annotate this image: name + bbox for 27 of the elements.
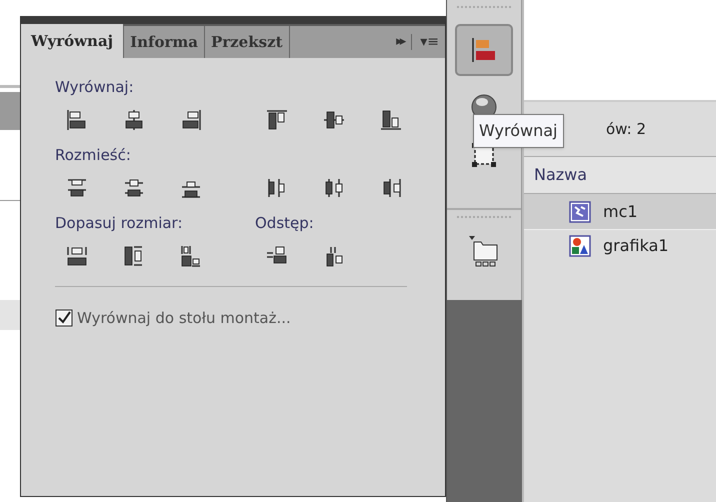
match-both-icon[interactable]: [179, 244, 203, 268]
library-item[interactable]: mc1: [524, 194, 716, 230]
column-header[interactable]: Nazwa: [534, 163, 588, 187]
panel-tab[interactable]: Przekszt: [204, 26, 289, 58]
library-icon: [468, 234, 500, 268]
section-label: Odstęp:: [255, 214, 314, 232]
panel-menu-button[interactable]: ▾≡: [420, 32, 439, 52]
background-panel-edge: [0, 300, 20, 330]
checkbox[interactable]: [55, 309, 73, 328]
library-item[interactable]: grafika1: [524, 230, 716, 262]
item-name: mc1: [603, 200, 638, 222]
section-label: Wyrównaj:: [55, 78, 134, 96]
background-panel-edge: [0, 92, 20, 130]
graphic-icon: [569, 235, 591, 257]
section-label: Dopasuj rozmiar:: [55, 214, 183, 232]
align-bottom-icon[interactable]: [379, 108, 403, 132]
section-label: Rozmieść:: [55, 146, 131, 164]
match-width-icon[interactable]: [65, 244, 89, 268]
item-name: grafika1: [603, 235, 669, 257]
checkbox-label: Wyrównaj do stołu montaż...: [77, 308, 291, 329]
panel-tab[interactable]: Wyrównaj: [21, 24, 124, 58]
panel-tab[interactable]: Informa: [123, 26, 204, 58]
tooltip: Wyrównaj: [473, 114, 564, 148]
movieclip-icon: [569, 200, 591, 222]
expand-tabs-button[interactable]: ▸▸: [396, 32, 404, 52]
align-top-icon[interactable]: [265, 108, 289, 132]
item-count: ów: 2: [606, 118, 646, 140]
